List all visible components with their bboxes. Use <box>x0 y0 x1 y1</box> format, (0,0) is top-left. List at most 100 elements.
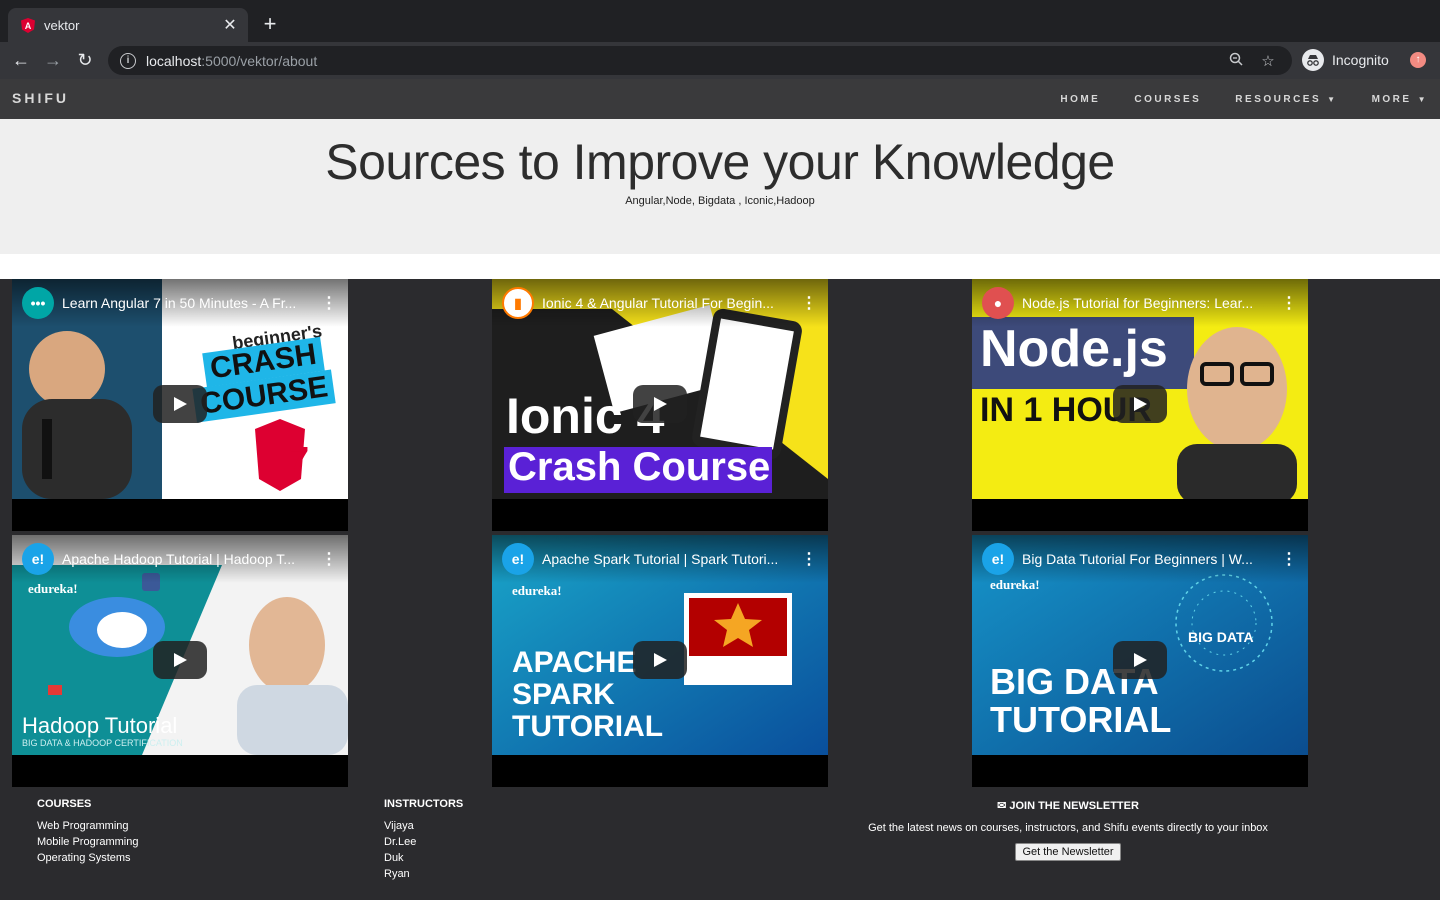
nav-links: HOME COURSES RESOURCES ▼ MORE ▼ <box>1026 79 1428 119</box>
video-embed[interactable]: Node.js IN 1 HOUR ● Node.js Tutorial for… <box>972 279 1308 531</box>
tab-close-icon[interactable]: ✕ <box>222 15 238 35</box>
update-icon[interactable]: ↑ <box>1410 52 1426 68</box>
browser-tabstrip: A vektor ✕ + <box>0 0 1440 42</box>
url-host: localhost <box>146 52 202 69</box>
video-title[interactable]: Big Data Tutorial For Beginners | W... <box>1022 551 1280 567</box>
footer-instructor-link[interactable]: Vijaya <box>384 818 463 834</box>
thumb-text: APACHE <box>512 646 637 679</box>
divider <box>0 254 1440 279</box>
video-embed[interactable]: Ionic 4 Crash Course ▮ Ionic 4 & Angular… <box>492 279 828 531</box>
new-tab-icon[interactable]: + <box>258 12 282 36</box>
footer-course-link[interactable]: Operating Systems <box>37 850 138 866</box>
site-brand[interactable]: SHIFU <box>12 90 69 106</box>
thumb-text: BIG DATA & HADOOP CERTIFICATION <box>22 738 183 748</box>
newsletter-text: Get the latest news on courses, instruct… <box>868 822 1268 834</box>
site-navbar: SHIFU HOME COURSES RESOURCES ▼ MORE ▼ <box>0 79 1440 119</box>
thumb-text: edureka! <box>512 583 562 598</box>
video-embed[interactable]: edureka! Hadoop Tutorial BIG DATA & HADO… <box>12 535 348 787</box>
play-button[interactable] <box>1113 385 1167 423</box>
video-title[interactable]: Node.js Tutorial for Beginners: Lear... <box>1022 295 1280 311</box>
back-icon[interactable]: ← <box>9 48 33 72</box>
video-title[interactable]: Learn Angular 7 in 50 Minutes - A Fr... <box>62 295 320 311</box>
video-header: ▮ Ionic 4 & Angular Tutorial For Begin..… <box>492 279 828 327</box>
video-title[interactable]: Apache Spark Tutorial | Spark Tutori... <box>542 551 800 567</box>
hero-subtitle: Angular,Node, Bigdata , Iconic,Hadoop <box>625 195 815 207</box>
footer-courses-heading: COURSES <box>37 798 92 810</box>
site-info-icon[interactable]: i <box>120 52 136 69</box>
channel-avatar[interactable]: e! <box>982 543 1014 575</box>
channel-avatar[interactable]: ▮ <box>502 287 534 319</box>
more-options-icon[interactable]: ⋮ <box>1280 549 1298 569</box>
footer-course-link[interactable]: Web Programming <box>37 818 138 834</box>
video-header: e! Apache Hadoop Tutorial | Hadoop T... … <box>12 535 348 583</box>
nav-more[interactable]: MORE ▼ <box>1372 94 1428 105</box>
thumb-text: edureka! <box>28 581 78 596</box>
footer-instructor-link[interactable]: Ryan <box>384 866 463 882</box>
browser-toolbar: ← → ↻ i localhost :5000/vektor/about ☆ I… <box>0 42 1440 79</box>
nav-home[interactable]: HOME <box>1060 94 1100 105</box>
newsletter-heading: ✉ JOIN THE NEWSLETTER <box>997 800 1139 812</box>
incognito-indicator[interactable]: Incognito <box>1302 48 1389 72</box>
video-title[interactable]: Apache Hadoop Tutorial | Hadoop T... <box>62 551 320 567</box>
play-button[interactable] <box>633 641 687 679</box>
thumb-text: Crash Course <box>508 445 771 489</box>
video-header: e! Big Data Tutorial For Beginners | W..… <box>972 535 1308 583</box>
play-button[interactable] <box>153 641 207 679</box>
footer-instructors: INSTRUCTORS Vijaya Dr.Lee Duk Ryan <box>384 798 463 882</box>
footer-instructor-link[interactable]: Dr.Lee <box>384 834 463 850</box>
newsletter-section: ✉ JOIN THE NEWSLETTER Get the latest new… <box>840 799 1296 861</box>
play-button[interactable] <box>633 385 687 423</box>
play-button[interactable] <box>153 385 207 423</box>
url-path: :5000/vektor/about <box>201 52 318 69</box>
hero-section: Sources to Improve your Knowledge Angula… <box>0 119 1440 254</box>
incognito-label: Incognito <box>1332 52 1389 68</box>
thumb-text: SPARK <box>512 678 615 711</box>
browser-tab[interactable]: A vektor ✕ <box>8 8 248 42</box>
video-embed[interactable]: beginner's CRASH COURSE 7 ••• Learn Angu… <box>12 279 348 531</box>
play-button[interactable] <box>1113 641 1167 679</box>
more-options-icon[interactable]: ⋮ <box>320 293 338 313</box>
video-title[interactable]: Ionic 4 & Angular Tutorial For Begin... <box>542 295 800 311</box>
more-options-icon[interactable]: ⋮ <box>800 549 818 569</box>
tab-title: vektor <box>44 17 80 33</box>
thumb-text: BIG DATA <box>1188 629 1254 645</box>
zoom-icon[interactable] <box>1224 52 1248 70</box>
newsletter-button[interactable]: Get the Newsletter <box>1015 843 1121 861</box>
footer-courses: COURSES Web Programming Mobile Programmi… <box>37 798 138 866</box>
reload-icon[interactable]: ↻ <box>73 48 97 72</box>
channel-avatar[interactable]: ••• <box>22 287 54 319</box>
svg-text:A: A <box>25 21 32 31</box>
video-grid: beginner's CRASH COURSE 7 ••• Learn Angu… <box>0 279 1440 787</box>
footer-course-link[interactable]: Mobile Programming <box>37 834 138 850</box>
channel-avatar[interactable]: ● <box>982 287 1014 319</box>
caret-down-icon: ▼ <box>1417 94 1428 104</box>
more-options-icon[interactable]: ⋮ <box>320 549 338 569</box>
thumb-text: TUTORIAL <box>512 710 664 743</box>
video-embed[interactable]: edureka! BIG DATA BIG DATA TUTORIAL e! B… <box>972 535 1308 787</box>
angular-favicon-icon: A <box>20 17 36 33</box>
nav-courses[interactable]: COURSES <box>1134 94 1201 105</box>
incognito-icon <box>1302 49 1324 71</box>
video-embed[interactable]: edureka! APACHE SPARK TUTORIAL e! Apache… <box>492 535 828 787</box>
address-bar[interactable]: i localhost :5000/vektor/about ☆ <box>108 46 1292 75</box>
nav-resources[interactable]: RESOURCES ▼ <box>1235 94 1337 105</box>
hero-title: Sources to Improve your Knowledge <box>325 134 1115 190</box>
footer-instructors-heading: INSTRUCTORS <box>384 798 464 810</box>
video-header: e! Apache Spark Tutorial | Spark Tutori.… <box>492 535 828 583</box>
thumb-text: TUTORIAL <box>990 699 1172 740</box>
more-options-icon[interactable]: ⋮ <box>800 293 818 313</box>
thumb-text: Node.js <box>980 320 1168 378</box>
site-footer: COURSES Web Programming Mobile Programmi… <box>0 787 1440 900</box>
footer-instructor-link[interactable]: Duk <box>384 850 463 866</box>
video-header: ● Node.js Tutorial for Beginners: Lear..… <box>972 279 1308 327</box>
thumb-text: 7 <box>289 439 310 480</box>
video-header: ••• Learn Angular 7 in 50 Minutes - A Fr… <box>12 279 348 327</box>
more-options-icon[interactable]: ⋮ <box>1280 293 1298 313</box>
envelope-icon: ✉ <box>997 800 1007 812</box>
forward-icon[interactable]: → <box>41 48 65 72</box>
channel-avatar[interactable]: e! <box>502 543 534 575</box>
bookmark-star-icon[interactable]: ☆ <box>1256 52 1280 70</box>
caret-down-icon: ▼ <box>1327 94 1338 104</box>
channel-avatar[interactable]: e! <box>22 543 54 575</box>
thumb-text: Hadoop Tutorial <box>22 713 178 738</box>
